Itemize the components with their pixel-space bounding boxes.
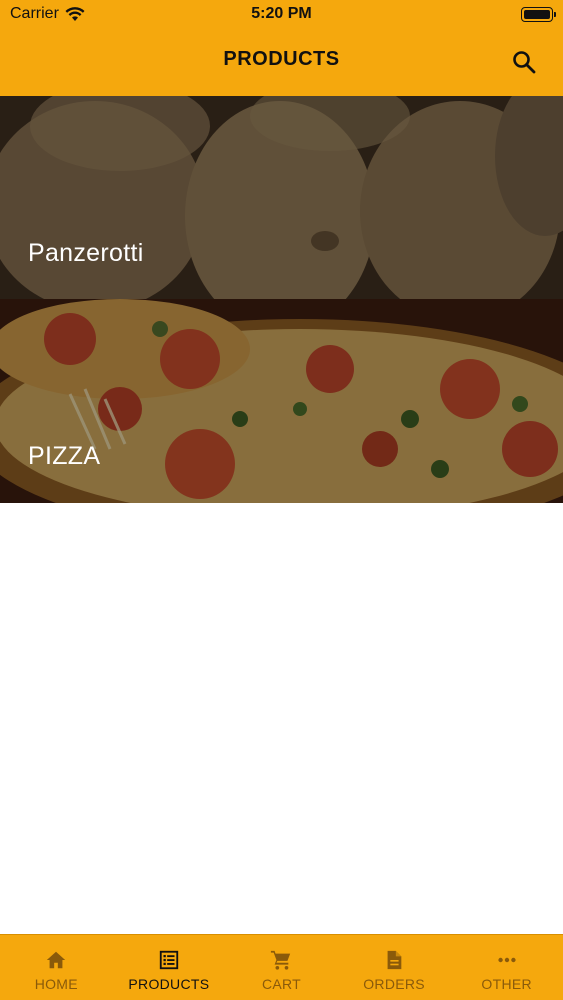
tab-label: CART — [261, 976, 302, 992]
category-label: Panzerotti — [28, 239, 144, 267]
more-icon — [498, 957, 516, 963]
category-card-pizza[interactable]: PIZZA — [0, 299, 563, 503]
tab-other[interactable]: OTHER — [450, 935, 563, 1000]
bottom-tab-bar: HOME PRODUCTS CART ORDERS OTHER — [0, 934, 563, 1000]
tab-cart[interactable]: CART — [225, 935, 338, 1000]
tab-home[interactable]: HOME — [0, 935, 113, 1000]
pizza-image — [0, 299, 563, 503]
search-button[interactable] — [511, 49, 537, 75]
category-label: PIZZA — [28, 442, 101, 470]
tab-label: HOME — [34, 976, 78, 992]
tab-label: PRODUCTS — [128, 976, 210, 992]
battery-icon — [521, 7, 556, 22]
category-card-panzerotti[interactable]: Panzerotti — [0, 96, 563, 300]
list-icon — [159, 950, 179, 970]
page-title: PRODUCTS — [223, 48, 340, 70]
tab-products[interactable]: PRODUCTS — [113, 935, 226, 1000]
tab-orders[interactable]: ORDERS — [338, 935, 451, 1000]
document-icon — [387, 950, 402, 970]
panzerotti-image — [0, 96, 563, 300]
status-bar: Carrier 5:20 PM — [0, 0, 563, 30]
cart-icon — [271, 950, 291, 970]
search-icon — [513, 51, 536, 74]
tab-label: OTHER — [481, 976, 532, 992]
top-app-bar: Carrier 5:20 PM PRODUCTS — [0, 0, 563, 96]
home-icon — [47, 951, 66, 969]
tab-label: ORDERS — [363, 976, 425, 992]
status-time: 5:20 PM — [251, 5, 312, 22]
